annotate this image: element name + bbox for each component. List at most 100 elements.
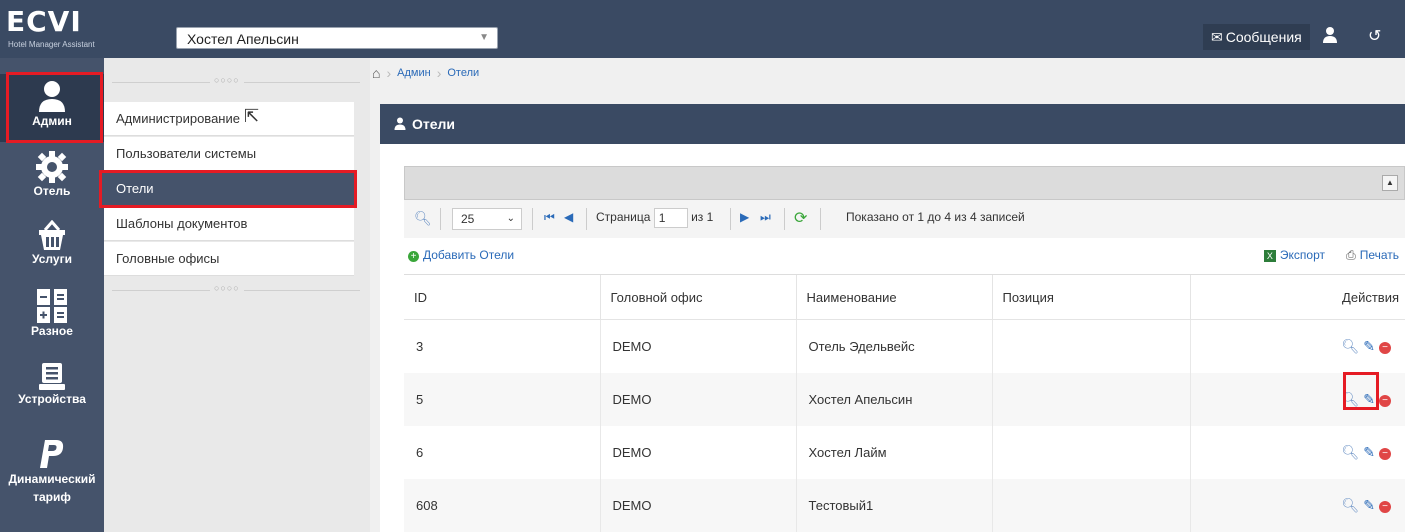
plus-icon: +: [408, 251, 419, 262]
breadcrumb: ⌂ › Админ › Отели: [372, 65, 479, 81]
page-number-input[interactable]: 1: [653, 208, 688, 228]
nav-hotel-label: Отель: [33, 184, 71, 198]
table-row[interactable]: 6 DEMO Хостел Лайм 🔍︎ ✎ −: [404, 426, 1405, 479]
first-page-icon[interactable]: ⏮: [544, 210, 555, 225]
chevron-down-icon: ⌄: [506, 213, 515, 224]
hotel-select[interactable]: Хостел Апельсин ▼: [176, 27, 498, 49]
print-button[interactable]: ⎙ Печать: [1346, 248, 1399, 263]
submenu-item-system-users[interactable]: Пользователи системы: [104, 137, 354, 171]
cell-name: Тестовый1: [796, 479, 993, 532]
calculator-icon: [37, 289, 67, 323]
cell-id: 5: [404, 373, 601, 426]
printer-icon: ⎙: [1346, 248, 1356, 262]
edit-pencil-icon[interactable]: ✎: [1363, 444, 1375, 461]
pager-divider: [730, 208, 731, 230]
breadcrumb-separator: ›: [386, 65, 392, 81]
panel-header: Отели: [380, 104, 1405, 144]
highlight-box: [1343, 372, 1379, 410]
page-size-select[interactable]: 25 ⌄: [452, 208, 522, 230]
submenu-item-head-offices[interactable]: Головные офисы: [104, 242, 354, 276]
table-header-row: ID Головной офис Наименование Позиция Де…: [404, 275, 1405, 320]
messages-button[interactable]: ✉ Сообщения: [1203, 24, 1310, 50]
nav-misc-label: Разное: [31, 324, 73, 338]
submenu-divider-top: ○○○○: [112, 75, 360, 85]
pager-divider: [532, 208, 533, 230]
column-header-actions: Действия: [1190, 275, 1405, 320]
next-page-icon[interactable]: ▶: [740, 210, 749, 224]
logo-mark: ECVI: [6, 5, 82, 38]
pager-bar: 🔍︎ 25 ⌄ ⏮ ◀ Страница 1 из 1 ▶ ⏭ ⟳ Показан…: [404, 200, 1405, 239]
highlight-box: [6, 72, 103, 143]
delete-icon[interactable]: −: [1379, 447, 1391, 460]
home-icon[interactable]: ⌂: [372, 65, 380, 81]
delete-icon[interactable]: −: [1379, 394, 1391, 407]
view-icon[interactable]: 🔍︎: [1341, 444, 1359, 461]
hotel-select-value: Хостел Апельсин: [187, 31, 299, 47]
nav-dynamic-tariff[interactable]: Динамический тариф: [0, 430, 104, 516]
column-header-office[interactable]: Головной офис: [600, 275, 797, 320]
user-profile-icon[interactable]: [1322, 26, 1338, 49]
breadcrumb-admin[interactable]: Админ: [397, 67, 431, 79]
print-label: Печать: [1359, 248, 1399, 262]
export-button[interactable]: X Экспорт: [1263, 248, 1325, 262]
hotels-table: ID Головной офис Наименование Позиция Де…: [404, 275, 1405, 532]
collapse-button[interactable]: ▲: [1382, 175, 1398, 191]
column-header-id[interactable]: ID: [404, 275, 601, 320]
column-header-position[interactable]: Позиция: [992, 275, 1191, 320]
delete-icon[interactable]: −: [1379, 500, 1391, 513]
page-of-label: из 1: [691, 210, 714, 225]
paypal-icon: [40, 440, 64, 468]
last-page-icon[interactable]: ⏭: [760, 210, 771, 225]
history-icon[interactable]: ↺: [1368, 26, 1381, 46]
prev-page-icon[interactable]: ◀: [564, 210, 573, 224]
highlight-box: [99, 170, 357, 208]
cell-id: 608: [404, 479, 601, 532]
export-label: Экспорт: [1279, 248, 1325, 262]
user-icon: [394, 105, 406, 145]
breadcrumb-hotels[interactable]: Отели: [447, 67, 479, 79]
pager-divider: [784, 208, 785, 230]
records-summary: Показано от 1 до 4 из 4 записей: [846, 210, 1025, 224]
cell-name: Хостел Лайм: [796, 426, 993, 479]
cell-id: 6: [404, 426, 601, 479]
envelope-icon: ✉: [1211, 29, 1223, 45]
column-header-name[interactable]: Наименование: [796, 275, 993, 320]
cell-office: DEMO: [600, 373, 797, 426]
app-logo[interactable]: ECVI Hotel Manager Assistant: [6, 8, 156, 52]
table-row[interactable]: 608 DEMO Тестовый1 🔍︎ ✎ −: [404, 479, 1405, 532]
cell-name: Отель Эдельвейс: [796, 319, 993, 373]
top-bar: ECVI Hotel Manager Assistant Хостел Апел…: [0, 0, 1405, 58]
breadcrumb-separator: ›: [436, 65, 442, 81]
cell-actions: 🔍︎ ✎ −: [1190, 426, 1405, 479]
table-row[interactable]: 3 DEMO Отель Эдельвейс 🔍︎ ✎ −: [404, 319, 1405, 373]
delete-icon[interactable]: −: [1379, 341, 1391, 354]
view-icon[interactable]: 🔍︎: [1341, 497, 1359, 514]
pager-divider: [820, 208, 821, 230]
cell-name: Хостел Апельсин: [796, 373, 993, 426]
cell-office: DEMO: [600, 479, 797, 532]
terminal-icon: [39, 363, 65, 390]
nav-devices[interactable]: Устройства: [0, 362, 104, 424]
submenu-item-administration[interactable]: Администрирование: [104, 102, 354, 136]
grid-caption-bar: ▲: [404, 166, 1405, 200]
cell-id: 3: [404, 319, 601, 373]
nav-hotel[interactable]: Отель: [0, 150, 104, 212]
refresh-icon[interactable]: ⟳: [794, 208, 807, 228]
nav-services-label: Услуги: [32, 252, 72, 266]
excel-icon: X: [1263, 250, 1276, 262]
gear-icon: [36, 151, 68, 183]
add-hotel-label: Добавить Отели: [423, 248, 515, 262]
submenu-item-document-templates[interactable]: Шаблоны документов: [104, 207, 354, 241]
page-size-value: 25: [461, 212, 475, 226]
edit-pencil-icon[interactable]: ✎: [1363, 497, 1375, 514]
search-icon[interactable]: 🔍︎: [414, 210, 432, 227]
view-icon[interactable]: 🔍︎: [1341, 338, 1359, 355]
nav-devices-label: Устройства: [18, 392, 86, 406]
edit-pencil-icon[interactable]: ✎: [1363, 338, 1375, 355]
nav-misc[interactable]: Разное: [0, 288, 104, 352]
add-hotel-button[interactable]: + Добавить Отели: [408, 248, 514, 262]
table-row[interactable]: 5 DEMO Хостел Апельсин 🔍︎ ✎ −: [404, 373, 1405, 426]
cell-office: DEMO: [600, 319, 797, 373]
submenu-divider-bottom: ○○○○: [112, 283, 360, 293]
nav-services[interactable]: Услуги: [0, 220, 104, 282]
